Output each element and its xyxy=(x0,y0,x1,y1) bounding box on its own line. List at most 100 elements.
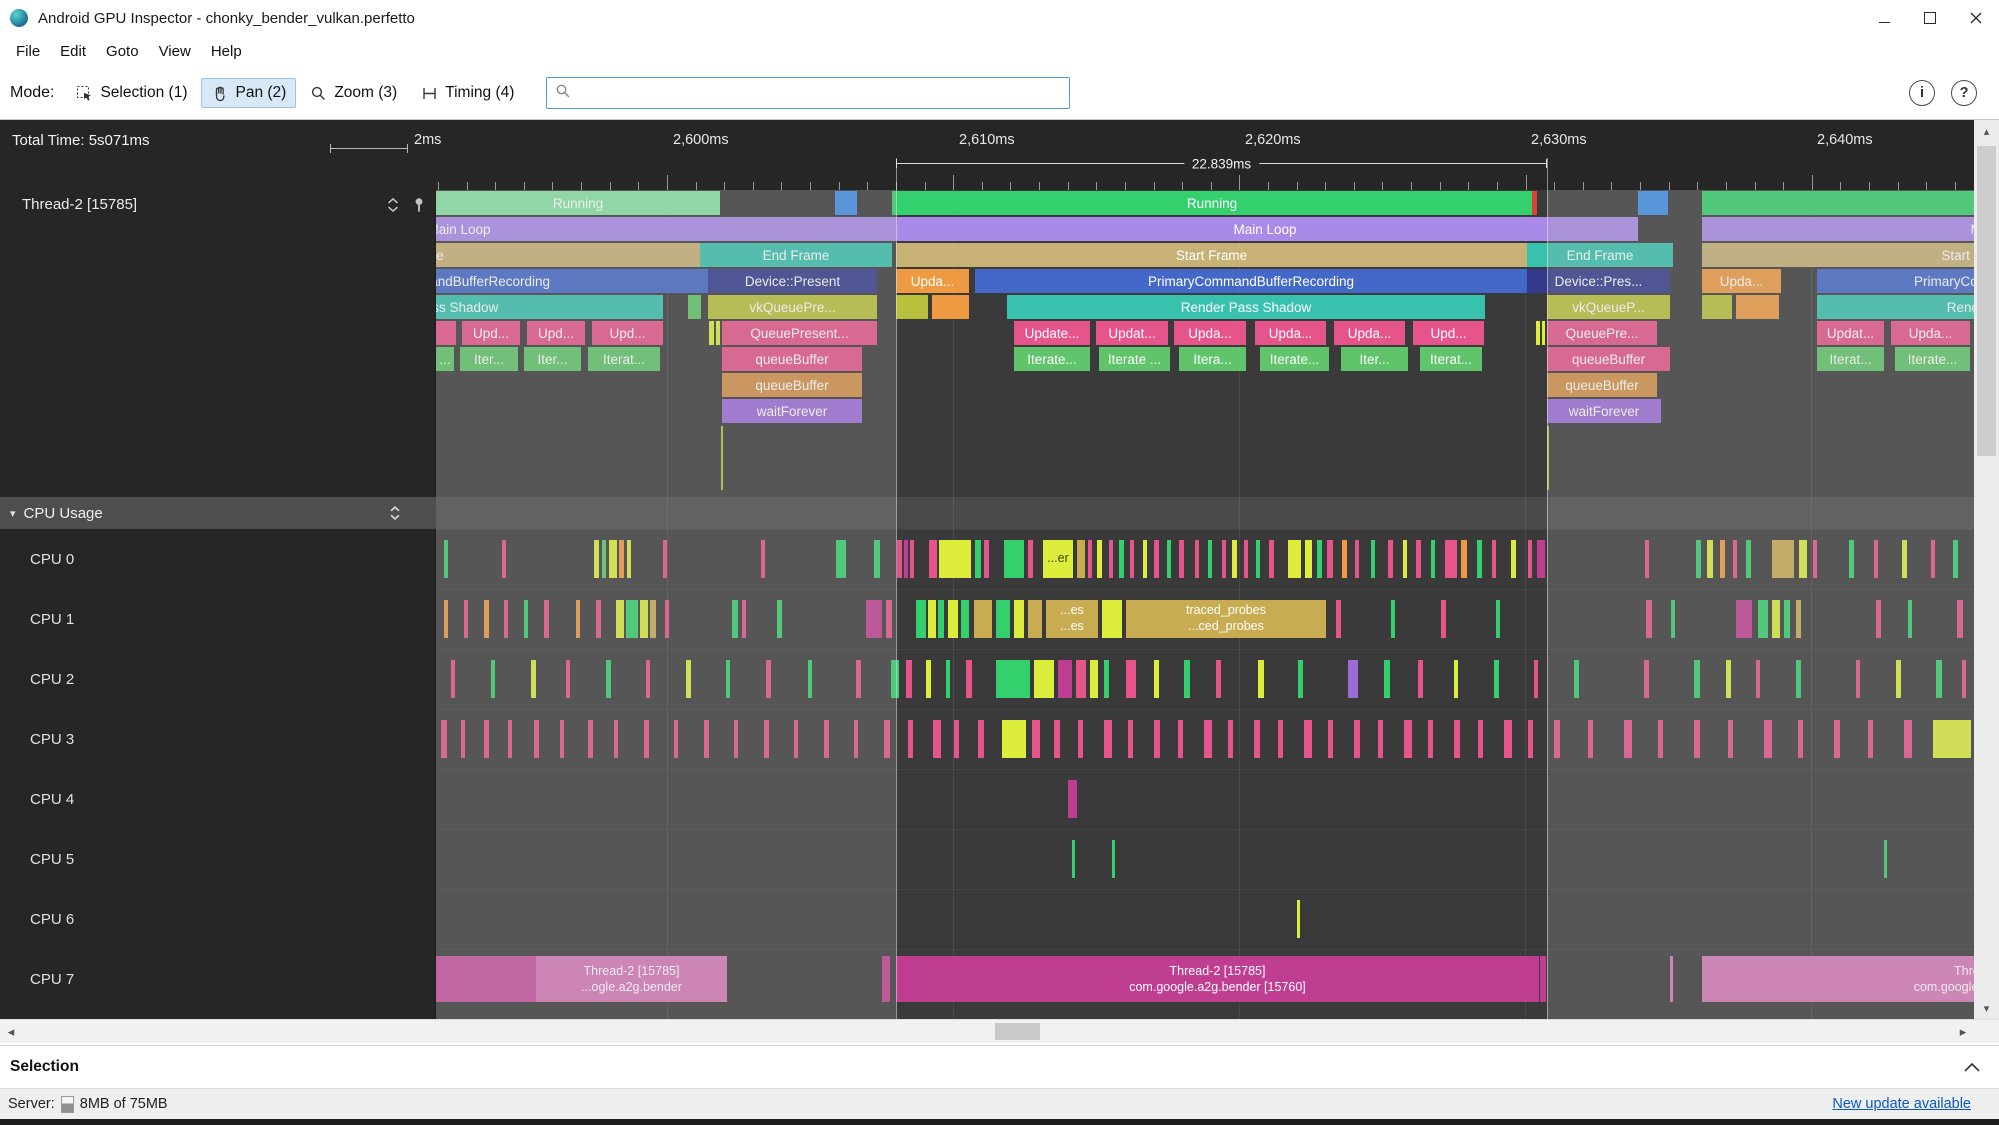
trace-slice[interactable] xyxy=(1222,540,1226,578)
trace-slice[interactable] xyxy=(1119,540,1124,578)
trace-slice[interactable] xyxy=(886,600,892,638)
trace-slice[interactable]: QueuePre... xyxy=(1547,321,1657,345)
trace-slice[interactable]: Iter... xyxy=(460,347,518,371)
trace-slice[interactable]: Iterat... xyxy=(1817,347,1884,371)
trace-slice[interactable] xyxy=(524,600,528,638)
trace-slice[interactable] xyxy=(882,956,890,1002)
tool-timing[interactable]: Timing (4) xyxy=(411,78,524,108)
trace-slice[interactable] xyxy=(1404,720,1412,758)
chevron-up-icon[interactable] xyxy=(1963,1061,1981,1073)
trace-slice[interactable] xyxy=(491,660,495,698)
trace-slice[interactable] xyxy=(1032,720,1040,758)
trace-slice[interactable]: Iter... xyxy=(1341,347,1408,371)
trace-slice[interactable] xyxy=(1317,540,1322,578)
trace-slice[interactable] xyxy=(1068,780,1077,818)
trace-slice[interactable]: Iterate... xyxy=(1895,347,1970,371)
trace-slice[interactable] xyxy=(531,660,536,698)
trace-slice[interactable]: Start Frame xyxy=(896,243,1527,267)
trace-slice[interactable] xyxy=(508,720,512,758)
trace-slice[interactable] xyxy=(1391,600,1395,638)
trace-slice[interactable] xyxy=(1254,720,1260,758)
trace-slice[interactable] xyxy=(1305,540,1312,578)
trace-slice[interactable] xyxy=(926,660,931,698)
trace-slice[interactable] xyxy=(441,720,447,758)
time-ruler[interactable]: Total Time: 5s071ms 2ms 22.839ms 2,600ms 2… xyxy=(0,120,1974,190)
track-viewport[interactable]: RunningRunningRunningMain LoopMain LoopM… xyxy=(436,190,1974,1019)
scroll-down-arrow-icon[interactable]: ▾ xyxy=(1974,997,1999,1019)
trace-slice[interactable]: Update... xyxy=(1014,321,1090,345)
trace-slice[interactable] xyxy=(609,540,617,578)
trace-slice[interactable] xyxy=(1694,720,1700,758)
trace-slice[interactable]: Thread-2 [15785]com.google.a2g.bender [1… xyxy=(1702,956,1974,1002)
trace-slice[interactable] xyxy=(1336,600,1341,638)
trace-slice[interactable]: Device::Present xyxy=(708,269,877,293)
trace-slice[interactable] xyxy=(1494,660,1499,698)
trace-slice[interactable] xyxy=(1384,660,1390,698)
trace-slice[interactable] xyxy=(1658,720,1663,758)
scroll-up-arrow-icon[interactable]: ▴ xyxy=(1974,120,1999,142)
selection-boundary-line[interactable] xyxy=(1547,158,1548,1019)
trace-slice[interactable]: Upda... xyxy=(1891,321,1970,345)
trace-slice[interactable] xyxy=(1876,600,1881,638)
trace-slice[interactable] xyxy=(1328,720,1333,758)
trace-slice[interactable] xyxy=(1554,720,1560,758)
trace-slice[interactable] xyxy=(856,660,861,698)
trace-slice[interactable]: Upda... xyxy=(1702,269,1781,293)
trace-slice[interactable]: Thread-2 [15785] ...ogle.a2g.bender xyxy=(536,956,727,1002)
trace-slice[interactable]: waitForever xyxy=(722,399,862,423)
trace-slice[interactable] xyxy=(1933,720,1971,758)
vertical-scroll-thumb[interactable] xyxy=(1977,146,1996,456)
trace-slice[interactable]: PrimaryCommandBufferRecording xyxy=(436,269,708,293)
trace-slice[interactable]: traced_probes ...ced_probes xyxy=(1126,600,1326,638)
tool-zoom[interactable]: Zoom (3) xyxy=(300,78,407,108)
trace-slice[interactable] xyxy=(874,540,880,578)
trace-slice[interactable] xyxy=(1638,191,1668,215)
trace-slice[interactable] xyxy=(1258,660,1264,698)
trace-slice[interactable] xyxy=(938,600,944,638)
trace-slice[interactable]: Upd... xyxy=(462,321,520,345)
trace-slice[interactable] xyxy=(734,720,738,758)
trace-slice[interactable] xyxy=(644,720,649,758)
trace-slice[interactable] xyxy=(1478,720,1483,758)
trace-slice[interactable] xyxy=(1644,660,1649,698)
trace-slice[interactable]: Running xyxy=(892,191,1532,215)
trace-slice[interactable] xyxy=(627,540,631,578)
trace-slice[interactable] xyxy=(1720,540,1725,578)
trace-slice[interactable] xyxy=(436,321,456,345)
trace-slice[interactable] xyxy=(1428,720,1433,758)
trace-slice[interactable] xyxy=(916,600,926,638)
trace-slice[interactable] xyxy=(933,720,941,758)
trace-slice[interactable] xyxy=(1736,600,1752,638)
trace-slice[interactable] xyxy=(588,720,593,758)
trace-slice[interactable] xyxy=(686,660,691,698)
trace-slice[interactable]: Upd... xyxy=(527,321,585,345)
trace-slice[interactable] xyxy=(1371,540,1375,578)
trace-slice[interactable]: ...es ...es xyxy=(1046,600,1098,638)
trace-slice[interactable]: Upda... xyxy=(1334,321,1405,345)
trace-slice[interactable]: Device::Pres... xyxy=(1527,269,1670,293)
trace-slice[interactable]: queueBuffer xyxy=(722,373,862,397)
horizontal-scrollbar[interactable]: ◂ ▸ xyxy=(0,1019,1999,1043)
trace-slice[interactable] xyxy=(1278,720,1283,758)
trace-slice[interactable] xyxy=(1004,540,1024,578)
trace-slice[interactable] xyxy=(996,660,1030,698)
maximize-button[interactable] xyxy=(1907,0,1953,36)
trace-slice[interactable] xyxy=(1109,540,1113,578)
trace-slice[interactable] xyxy=(1388,540,1393,578)
trace-slice[interactable] xyxy=(1298,660,1303,698)
trace-slice[interactable] xyxy=(1154,540,1159,578)
trace-slice[interactable] xyxy=(906,660,912,698)
trace-slice[interactable] xyxy=(1154,720,1160,758)
trace-slice[interactable] xyxy=(1646,600,1652,638)
menu-item-edit[interactable]: Edit xyxy=(50,43,96,60)
trace-slice[interactable] xyxy=(674,720,678,758)
trace-slice[interactable]: PrimaryCommandBufferRecording xyxy=(1817,269,1974,293)
trace-slice[interactable] xyxy=(1896,660,1901,698)
thread-track-header[interactable]: Thread-2 [15785] xyxy=(0,192,436,216)
trace-slice[interactable] xyxy=(1908,600,1912,638)
trace-slice[interactable]: queueBuffer xyxy=(722,347,862,371)
trace-slice[interactable] xyxy=(444,600,448,638)
trace-slice[interactable]: End Frame xyxy=(700,243,892,267)
trace-slice[interactable] xyxy=(1244,540,1248,578)
trace-slice[interactable] xyxy=(1504,720,1512,758)
